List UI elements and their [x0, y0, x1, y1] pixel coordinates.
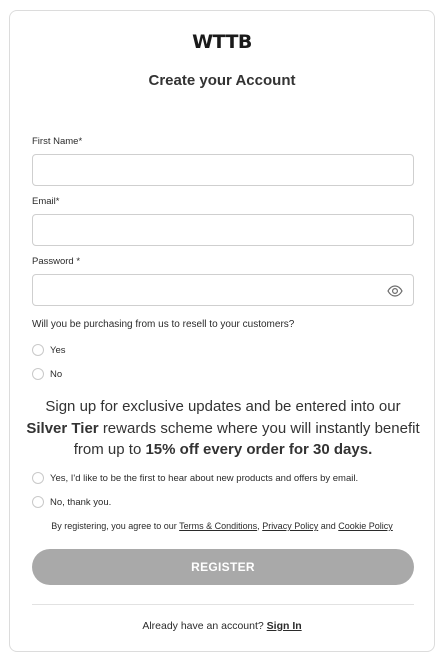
email-input[interactable] [32, 214, 414, 246]
page-title: Create your Account [148, 72, 296, 89]
promo-offer: 15% off every order for 30 days. [145, 441, 373, 458]
terms-prefix: By registering, you agree to our [51, 521, 177, 531]
terms-sep: , [257, 521, 260, 531]
radio-label: No [50, 368, 63, 380]
password-label: Password * [32, 256, 81, 267]
password-input[interactable] [32, 274, 414, 306]
resell-option-no[interactable]: No [32, 368, 62, 380]
signin-prompt: Already have an account? Sign In [10, 620, 434, 632]
brand-logo[interactable]: WTTB [10, 31, 434, 53]
first-name-label: First Name* [32, 136, 83, 147]
divider [32, 604, 414, 605]
promo-text-part: Sign up for exclusive updates and be ent… [45, 398, 401, 415]
resell-option-yes[interactable]: Yes [32, 344, 66, 356]
terms-link[interactable]: Terms & Conditions [179, 521, 257, 531]
marketing-option-no[interactable]: No, thank you. [32, 496, 111, 508]
email-label: Email* [32, 196, 60, 207]
terms-notice: By registering, you agree to our Terms &… [10, 521, 434, 531]
sign-in-link[interactable]: Sign In [267, 620, 302, 632]
radio-label: No, thank you. [50, 496, 112, 508]
terms-and: and [320, 521, 336, 531]
cookie-link[interactable]: Cookie Policy [338, 521, 393, 531]
eye-icon[interactable] [387, 283, 403, 299]
promo-tier: Silver Tier [26, 419, 99, 437]
radio-button[interactable] [32, 472, 44, 484]
radio-button[interactable] [32, 496, 44, 508]
signin-text: Already have an account? [142, 620, 264, 632]
radio-button[interactable] [32, 344, 44, 356]
register-button[interactable]: REGISTER [32, 549, 414, 585]
resell-question: Will you be purchasing from us to resell… [32, 319, 295, 330]
register-card: WTTB Create your Account First Name* Ema… [9, 10, 435, 652]
first-name-input[interactable] [32, 154, 414, 186]
radio-button[interactable] [32, 368, 44, 380]
privacy-link[interactable]: Privacy Policy [262, 521, 318, 531]
radio-label: Yes, I'd like to be the first to hear ab… [50, 472, 359, 484]
marketing-option-yes[interactable]: Yes, I'd like to be the first to hear ab… [32, 472, 358, 484]
radio-label: Yes [50, 344, 66, 356]
promo-text: Sign up for exclusive updates and be ent… [24, 396, 422, 461]
